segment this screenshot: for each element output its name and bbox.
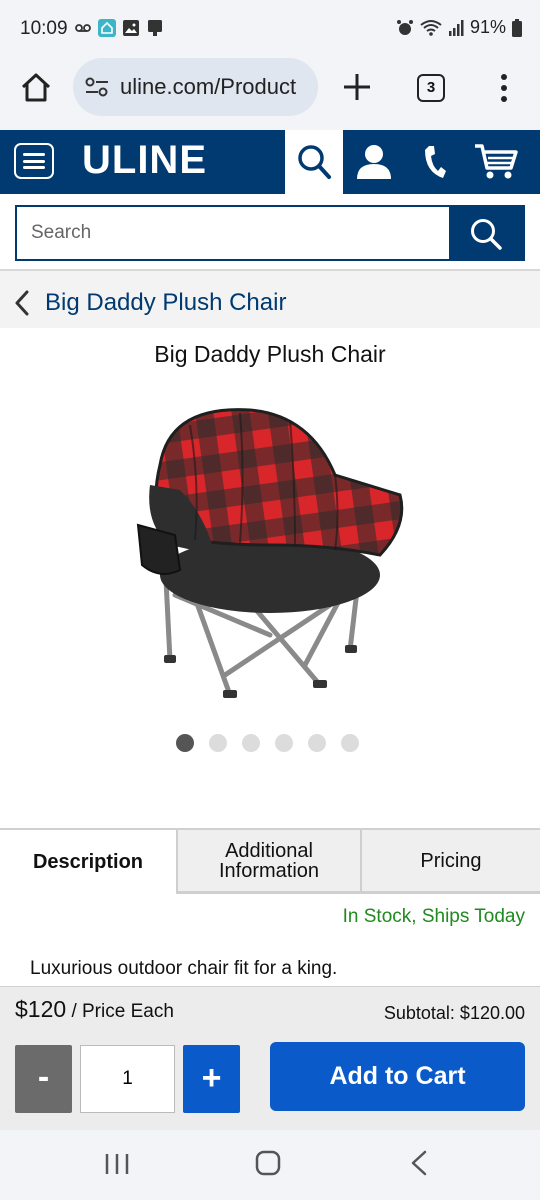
subtotal: Subtotal: $120.00 bbox=[383, 1003, 525, 1023]
voicemail-icon bbox=[75, 24, 91, 32]
system-status-icons: 91% bbox=[396, 17, 522, 38]
system-navigation-bar bbox=[0, 1130, 540, 1200]
carousel-dot[interactable] bbox=[242, 734, 260, 752]
increase-quantity-button[interactable]: + bbox=[183, 1045, 240, 1113]
header-search-button[interactable] bbox=[285, 130, 343, 194]
account-icon[interactable] bbox=[355, 144, 393, 180]
wifi-icon bbox=[420, 19, 442, 36]
back-icon[interactable] bbox=[410, 1150, 428, 1176]
tab-additional-line2: Information bbox=[218, 859, 320, 882]
menu-icon[interactable] bbox=[14, 143, 54, 179]
site-header: ULINE bbox=[0, 130, 540, 194]
home-button-icon[interactable] bbox=[255, 1150, 281, 1176]
quantity-input[interactable] bbox=[80, 1045, 175, 1113]
site-logo[interactable]: ULINE bbox=[82, 138, 207, 183]
carousel-dot[interactable] bbox=[275, 734, 293, 752]
search-icon bbox=[298, 145, 331, 179]
phone-icon[interactable] bbox=[421, 144, 447, 180]
status-bar: 10:09 91% bbox=[0, 0, 540, 58]
chevron-left-icon[interactable] bbox=[14, 290, 30, 316]
carousel-dot[interactable] bbox=[209, 734, 227, 752]
product-description: Luxurious outdoor chair fit for a king. bbox=[30, 958, 338, 979]
alarm-icon bbox=[396, 19, 413, 35]
address-bar[interactable]: uline.com/Product bbox=[73, 58, 318, 116]
more-options-icon[interactable] bbox=[494, 72, 514, 104]
notification-icons bbox=[74, 19, 164, 37]
search-input[interactable] bbox=[15, 205, 449, 261]
decrease-quantity-button[interactable]: - bbox=[15, 1045, 72, 1113]
search-icon bbox=[471, 219, 502, 250]
price-value: $120 bbox=[15, 996, 67, 1022]
add-to-cart-button[interactable]: Add to Cart bbox=[270, 1042, 525, 1111]
search-button[interactable] bbox=[449, 205, 525, 261]
new-tab-icon[interactable] bbox=[340, 70, 374, 104]
site-settings-icon[interactable] bbox=[85, 77, 109, 97]
browser-toolbar: uline.com/Product 3 bbox=[0, 58, 540, 130]
url-text: uline.com/Product bbox=[120, 74, 297, 99]
battery-percent: 91% bbox=[469, 17, 506, 37]
tab-pricing[interactable]: Pricing bbox=[360, 830, 540, 894]
price: $120 / Price Each bbox=[15, 996, 174, 1023]
battery-icon bbox=[512, 18, 522, 37]
breadcrumb[interactable]: Big Daddy Plush Chair bbox=[0, 271, 540, 328]
breadcrumb-link[interactable]: Big Daddy Plush Chair bbox=[45, 289, 286, 317]
recent-apps-icon[interactable] bbox=[104, 1152, 130, 1176]
price-unit: / Price Each bbox=[66, 1001, 174, 1022]
product-image[interactable] bbox=[120, 395, 420, 715]
home-app-icon bbox=[98, 19, 116, 37]
stock-status: In Stock, Ships Today bbox=[342, 906, 525, 927]
carousel-dot[interactable] bbox=[176, 734, 194, 752]
carousel-dot[interactable] bbox=[341, 734, 359, 752]
cart-icon[interactable] bbox=[474, 142, 518, 180]
search-bar bbox=[15, 205, 525, 261]
screenshot-icon bbox=[148, 20, 162, 36]
carousel-dot[interactable] bbox=[308, 734, 326, 752]
home-icon[interactable] bbox=[18, 70, 54, 106]
tab-additional-line1: Additional bbox=[225, 839, 313, 862]
tab-description[interactable]: Description bbox=[0, 830, 178, 894]
product-title: Big Daddy Plush Chair bbox=[154, 341, 386, 367]
gallery-icon bbox=[123, 20, 139, 36]
tab-additional-information[interactable]: Additional Information bbox=[178, 830, 360, 894]
signal-icon bbox=[448, 19, 464, 36]
product-tabs: Description Additional Information Prici… bbox=[0, 828, 540, 894]
purchase-panel: $120 / Price Each Subtotal: $120.00 - + … bbox=[0, 986, 540, 1130]
tab-switcher-button[interactable]: 3 bbox=[417, 74, 445, 102]
status-time: 10:09 bbox=[20, 18, 68, 39]
image-carousel-indicators bbox=[176, 734, 359, 752]
